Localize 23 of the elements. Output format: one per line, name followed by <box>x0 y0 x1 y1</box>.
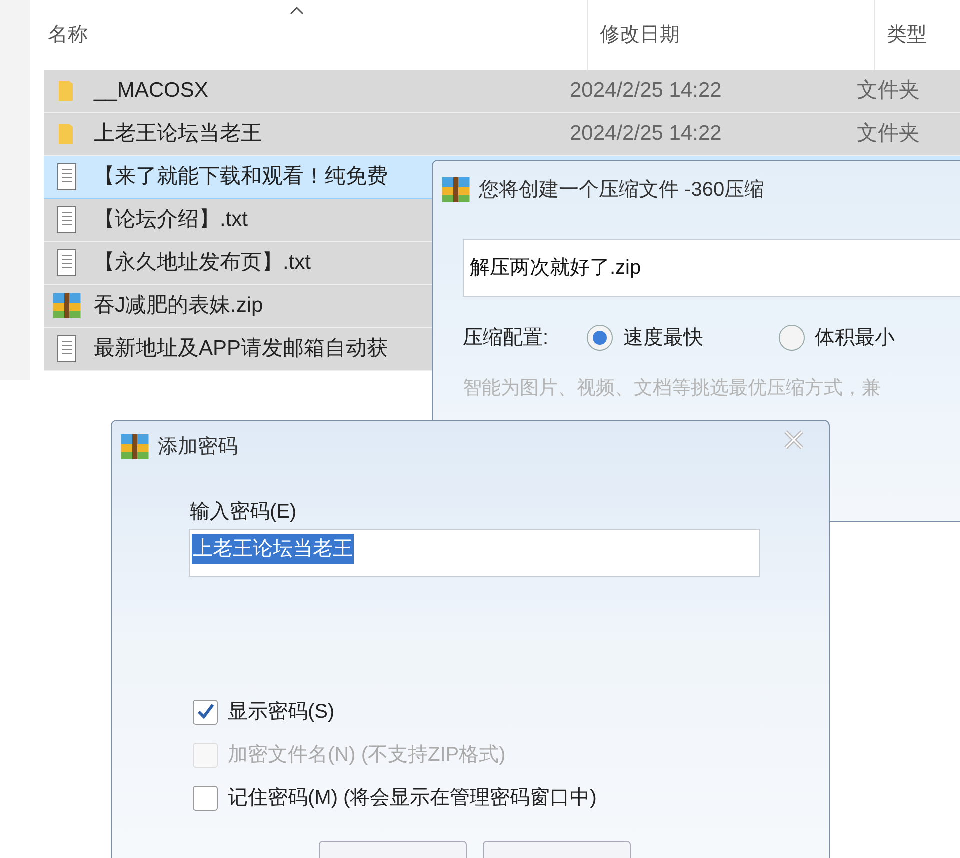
checkbox-label: 加密文件名(N) (不支持ZIP格式) <box>228 743 506 768</box>
checkbox-label: 显示密码(S) <box>228 700 335 725</box>
file-name: __MACOSX <box>94 78 208 104</box>
hint-text: 智能为图片、视频、文档等挑选最优压缩方式，兼 <box>463 378 881 399</box>
config-label: 压缩配置: <box>463 326 550 351</box>
file-type: 文件夹 <box>856 78 920 104</box>
file-name: 最新地址及APP请发邮箱自动获 <box>94 336 388 362</box>
file-name: 【论坛介绍】.txt <box>94 207 248 234</box>
checkbox-label: 记住密码(M) (将会显示在管理密码窗口中) <box>228 786 597 811</box>
radio-label: 体积最小 <box>815 326 896 351</box>
file-name: 【来了就能下载和观看！纯免费 <box>94 164 388 190</box>
modified-date: 2024/2/25 14:22 <box>569 78 723 104</box>
file-name: 【永久地址发布页】.txt <box>94 250 312 276</box>
window-title: 添加密码 <box>158 435 238 460</box>
file-name: 吞J减肥的表妹.zip <box>94 293 264 320</box>
window-title: 您将创建一个压缩文件 -360压缩 <box>479 178 765 203</box>
modified-date: 2024/2/25 14:22 <box>569 121 723 148</box>
password-label: 输入密码(E) <box>190 501 297 523</box>
file-type: 文件夹 <box>856 121 920 148</box>
filename-value: 解压两次就好了.zip <box>470 256 642 281</box>
file-name: 上老王论坛当老王 <box>94 121 262 148</box>
password-value: 上老王论坛当老王 <box>192 534 354 564</box>
radio-label: 速度最快 <box>623 326 704 351</box>
